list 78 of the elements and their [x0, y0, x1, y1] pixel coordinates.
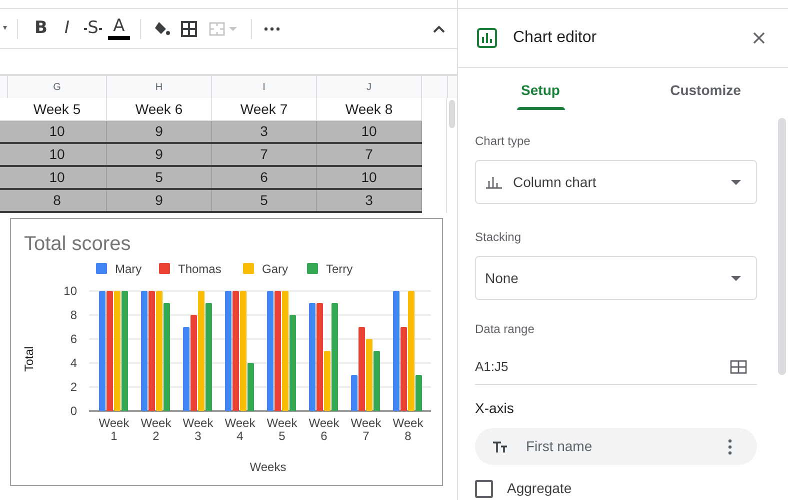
table-cell[interactable]: 10	[8, 121, 107, 142]
borders-icon[interactable]	[181, 20, 197, 36]
field-label: Data range	[475, 321, 536, 338]
table-cell[interactable]: 7	[212, 144, 317, 165]
more-icon[interactable]	[264, 26, 280, 30]
legend-label: Thomas	[178, 262, 222, 276]
table-cell[interactable]: 9	[107, 190, 212, 211]
field-label: Stacking	[475, 229, 522, 246]
y-axis-label: 6	[70, 332, 77, 346]
checkbox[interactable]	[475, 480, 493, 498]
table-cell[interactable]: 9	[107, 144, 212, 165]
column-header[interactable]: J	[317, 76, 422, 98]
y-axis-title: Total	[22, 346, 36, 372]
legend-label: Gary	[262, 262, 288, 276]
chart-card[interactable]: Total scores Mary Thomas Gary Terry 0 2 4 6 8 10 Week 1 Week 2 Week 3 Week 4 Week 5 Week 6 Week 7 Week 8 Weeks Total	[10, 218, 443, 486]
legend-label: Mary	[115, 262, 142, 276]
table-cell[interactable]: 5	[107, 167, 212, 188]
series-chip[interactable]: First name	[475, 428, 757, 465]
table-cell[interactable]: Week 8	[317, 98, 422, 120]
x-axis-label: Week 5	[266, 416, 298, 443]
table-cell[interactable]: 10	[317, 167, 422, 188]
x-axis-label: Week 3	[182, 416, 214, 443]
chart-icon	[477, 28, 497, 48]
tab[interactable]: Customize	[623, 68, 788, 110]
x-axis-label: Week 4	[224, 416, 256, 443]
text-color-button[interactable]: A	[106, 14, 132, 42]
dropdown[interactable]: None	[475, 256, 757, 300]
more-vert-icon[interactable]	[728, 438, 732, 454]
table-cell[interactable]: 3	[317, 190, 422, 211]
checkbox-label: Aggregate	[507, 479, 572, 498]
y-axis-label: 2	[70, 380, 77, 394]
x-axis-label: Week 2	[140, 416, 172, 443]
dropdown-caret-icon	[731, 180, 741, 184]
x-axis-label: Week 7	[350, 416, 382, 443]
panel-title: Chart editor	[513, 28, 597, 48]
tab[interactable]: Setup	[458, 68, 623, 110]
table-cell[interactable]: 7	[317, 144, 422, 165]
x-axis-label: Week 6	[308, 416, 340, 443]
table-cell[interactable]: Week 5	[8, 98, 107, 120]
y-axis-label: 10	[64, 284, 77, 298]
column-header[interactable]: G	[8, 76, 107, 98]
dropdown-caret-icon[interactable]	[3, 26, 7, 31]
y-axis-label: 0	[70, 404, 77, 418]
scrollbar[interactable]	[778, 118, 786, 375]
table-cell[interactable]: 9	[107, 121, 212, 142]
italic-button[interactable]: I	[54, 14, 80, 42]
scrollbar[interactable]	[449, 100, 456, 128]
y-axis-label: 8	[70, 308, 77, 322]
table-cell[interactable]: 8	[8, 190, 107, 211]
legend-label: Terry	[326, 262, 353, 276]
table-cell[interactable]: 5	[212, 190, 317, 211]
x-axis-label: Week 1	[98, 416, 130, 443]
bar-chart-icon	[485, 175, 503, 189]
grid-icon[interactable]	[730, 360, 747, 374]
y-axis-label: 4	[70, 356, 77, 370]
paint-bucket-icon[interactable]	[153, 20, 171, 36]
table-cell[interactable]: 10	[317, 121, 422, 142]
close-icon[interactable]	[753, 32, 765, 44]
table-cell[interactable]: Week 7	[212, 98, 317, 120]
table-cell[interactable]: 6	[212, 167, 317, 188]
column-header[interactable]: H	[107, 76, 212, 98]
dropdown[interactable]: Column chart	[475, 160, 757, 204]
field-label: Chart type	[475, 133, 532, 150]
dropdown-caret-icon	[731, 276, 741, 280]
chart-title: Total scores	[24, 233, 131, 255]
table-cell[interactable]: 10	[8, 167, 107, 188]
column-header[interactable]: I	[212, 76, 317, 98]
data-range-field[interactable]: A1:J5	[475, 350, 757, 385]
bold-button[interactable]: B	[28, 14, 54, 42]
x-axis-label: Week 8	[392, 416, 424, 443]
table-cell[interactable]: 10	[8, 144, 107, 165]
section-heading: X-axis	[475, 399, 515, 418]
text-type-icon	[492, 440, 508, 452]
table-cell[interactable]: Week 6	[107, 98, 212, 120]
strikethrough-button[interactable]: S	[80, 14, 106, 42]
x-axis-title: Weeks	[250, 460, 286, 474]
collapse-icon[interactable]	[433, 24, 445, 32]
table-cell[interactable]: 3	[212, 121, 317, 142]
